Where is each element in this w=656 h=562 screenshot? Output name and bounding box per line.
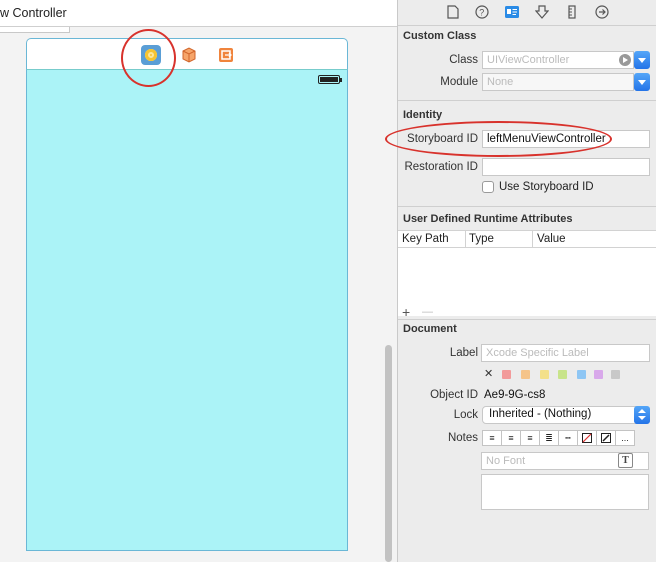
no-color-icon[interactable]: [577, 430, 597, 446]
clear-label-color-icon[interactable]: ✕: [484, 367, 493, 380]
size-icon[interactable]: [564, 4, 580, 20]
column-value[interactable]: Value: [537, 233, 566, 245]
document-label-field[interactable]: Xcode Specific Label: [481, 344, 650, 362]
align-center-icon[interactable]: ≡: [501, 430, 521, 446]
object-id-value: Ae9-9G-cs8: [484, 389, 546, 401]
section-divider: [398, 319, 656, 320]
section-divider: [398, 100, 656, 101]
lock-popup-arrows[interactable]: [634, 406, 650, 424]
remove-attribute-button[interactable]: —: [422, 306, 433, 318]
use-storyboard-id-checkbox[interactable]: [482, 181, 494, 193]
storyboard-id-label: Storyboard ID: [407, 133, 478, 145]
label-color-red[interactable]: [502, 370, 511, 379]
add-attribute-button[interactable]: +: [402, 304, 410, 320]
label-label: Label: [449, 347, 478, 359]
module-dropdown-button[interactable]: [634, 73, 650, 91]
view-controller-icon[interactable]: [141, 45, 161, 65]
notes-format-toolbar: ≡ ≡ ≡ ≣ ┅ ...: [482, 430, 635, 446]
exit-icon[interactable]: [216, 45, 236, 65]
module-field[interactable]: None: [482, 73, 634, 91]
notes-textarea[interactable]: [481, 474, 649, 510]
label-color-green[interactable]: [558, 370, 567, 379]
align-right-icon[interactable]: ≡: [520, 430, 540, 446]
xcode-window: w Controller ? Custom Class Class UIView…: [0, 0, 656, 562]
label-color-orange[interactable]: [521, 370, 530, 379]
first-responder-icon[interactable]: [179, 45, 199, 65]
scene-dock: [26, 38, 348, 70]
lock-popup[interactable]: Inherited - (Nothing): [482, 406, 650, 424]
column-type[interactable]: Type: [469, 233, 494, 245]
column-separator: [532, 231, 533, 247]
inspector-tab-bar: ?: [398, 0, 656, 26]
title-tab-edge: [0, 27, 70, 33]
document-heading: Document: [403, 323, 457, 335]
svg-text:?: ?: [479, 8, 484, 18]
object-id-label: Object ID: [430, 389, 478, 401]
lock-label: Lock: [453, 409, 478, 421]
identity-icon[interactable]: [504, 4, 520, 20]
align-left-icon[interactable]: ≡: [482, 430, 502, 446]
label-color-gray[interactable]: [611, 370, 620, 379]
module-label: Module: [440, 76, 478, 88]
align-natural-icon[interactable]: ┅: [558, 430, 578, 446]
connections-icon[interactable]: [594, 4, 610, 20]
class-field[interactable]: UIViewController: [482, 51, 634, 69]
attributes-icon[interactable]: [534, 4, 550, 20]
runtime-attributes-heading: User Defined Runtime Attributes: [403, 213, 573, 225]
highlight-color-icon[interactable]: [596, 430, 616, 446]
restoration-id-label: Restoration ID: [404, 161, 478, 173]
help-icon[interactable]: ?: [474, 4, 490, 20]
identity-heading: Identity: [403, 109, 443, 121]
identity-inspector: ? Custom Class Class UIViewController Mo…: [397, 0, 656, 562]
storyboard-id-field[interactable]: leftMenuViewController: [482, 130, 650, 148]
label-color-purple[interactable]: [594, 370, 603, 379]
view-controller-view[interactable]: [26, 70, 348, 551]
use-storyboard-id-label: Use Storyboard ID: [499, 181, 594, 193]
custom-class-heading: Custom Class: [403, 30, 477, 42]
column-separator: [465, 231, 466, 247]
align-justify-icon[interactable]: ≣: [539, 430, 559, 446]
column-key-path[interactable]: Key Path: [402, 233, 449, 245]
notes-label: Notes: [447, 432, 478, 444]
scene-title-bar: w Controller: [0, 0, 397, 33]
label-color-blue[interactable]: [577, 370, 586, 379]
more-options-icon[interactable]: ...: [615, 430, 635, 446]
class-dropdown-button[interactable]: [634, 51, 650, 69]
file-icon[interactable]: [445, 4, 461, 20]
restoration-id-field[interactable]: [482, 158, 650, 176]
class-label: Class: [449, 54, 478, 66]
label-color-yellow[interactable]: [540, 370, 549, 379]
storyboard-canvas[interactable]: w Controller: [0, 0, 397, 562]
class-navigate-icon[interactable]: [619, 54, 631, 66]
canvas-scrollbar[interactable]: [385, 345, 392, 562]
section-divider: [398, 206, 656, 207]
runtime-attributes-table[interactable]: Key Path Type Value: [398, 230, 656, 316]
header-divider: [398, 247, 656, 248]
font-picker-icon[interactable]: T: [618, 453, 633, 468]
battery-icon: [318, 75, 342, 84]
scene-title: w Controller: [0, 6, 67, 20]
